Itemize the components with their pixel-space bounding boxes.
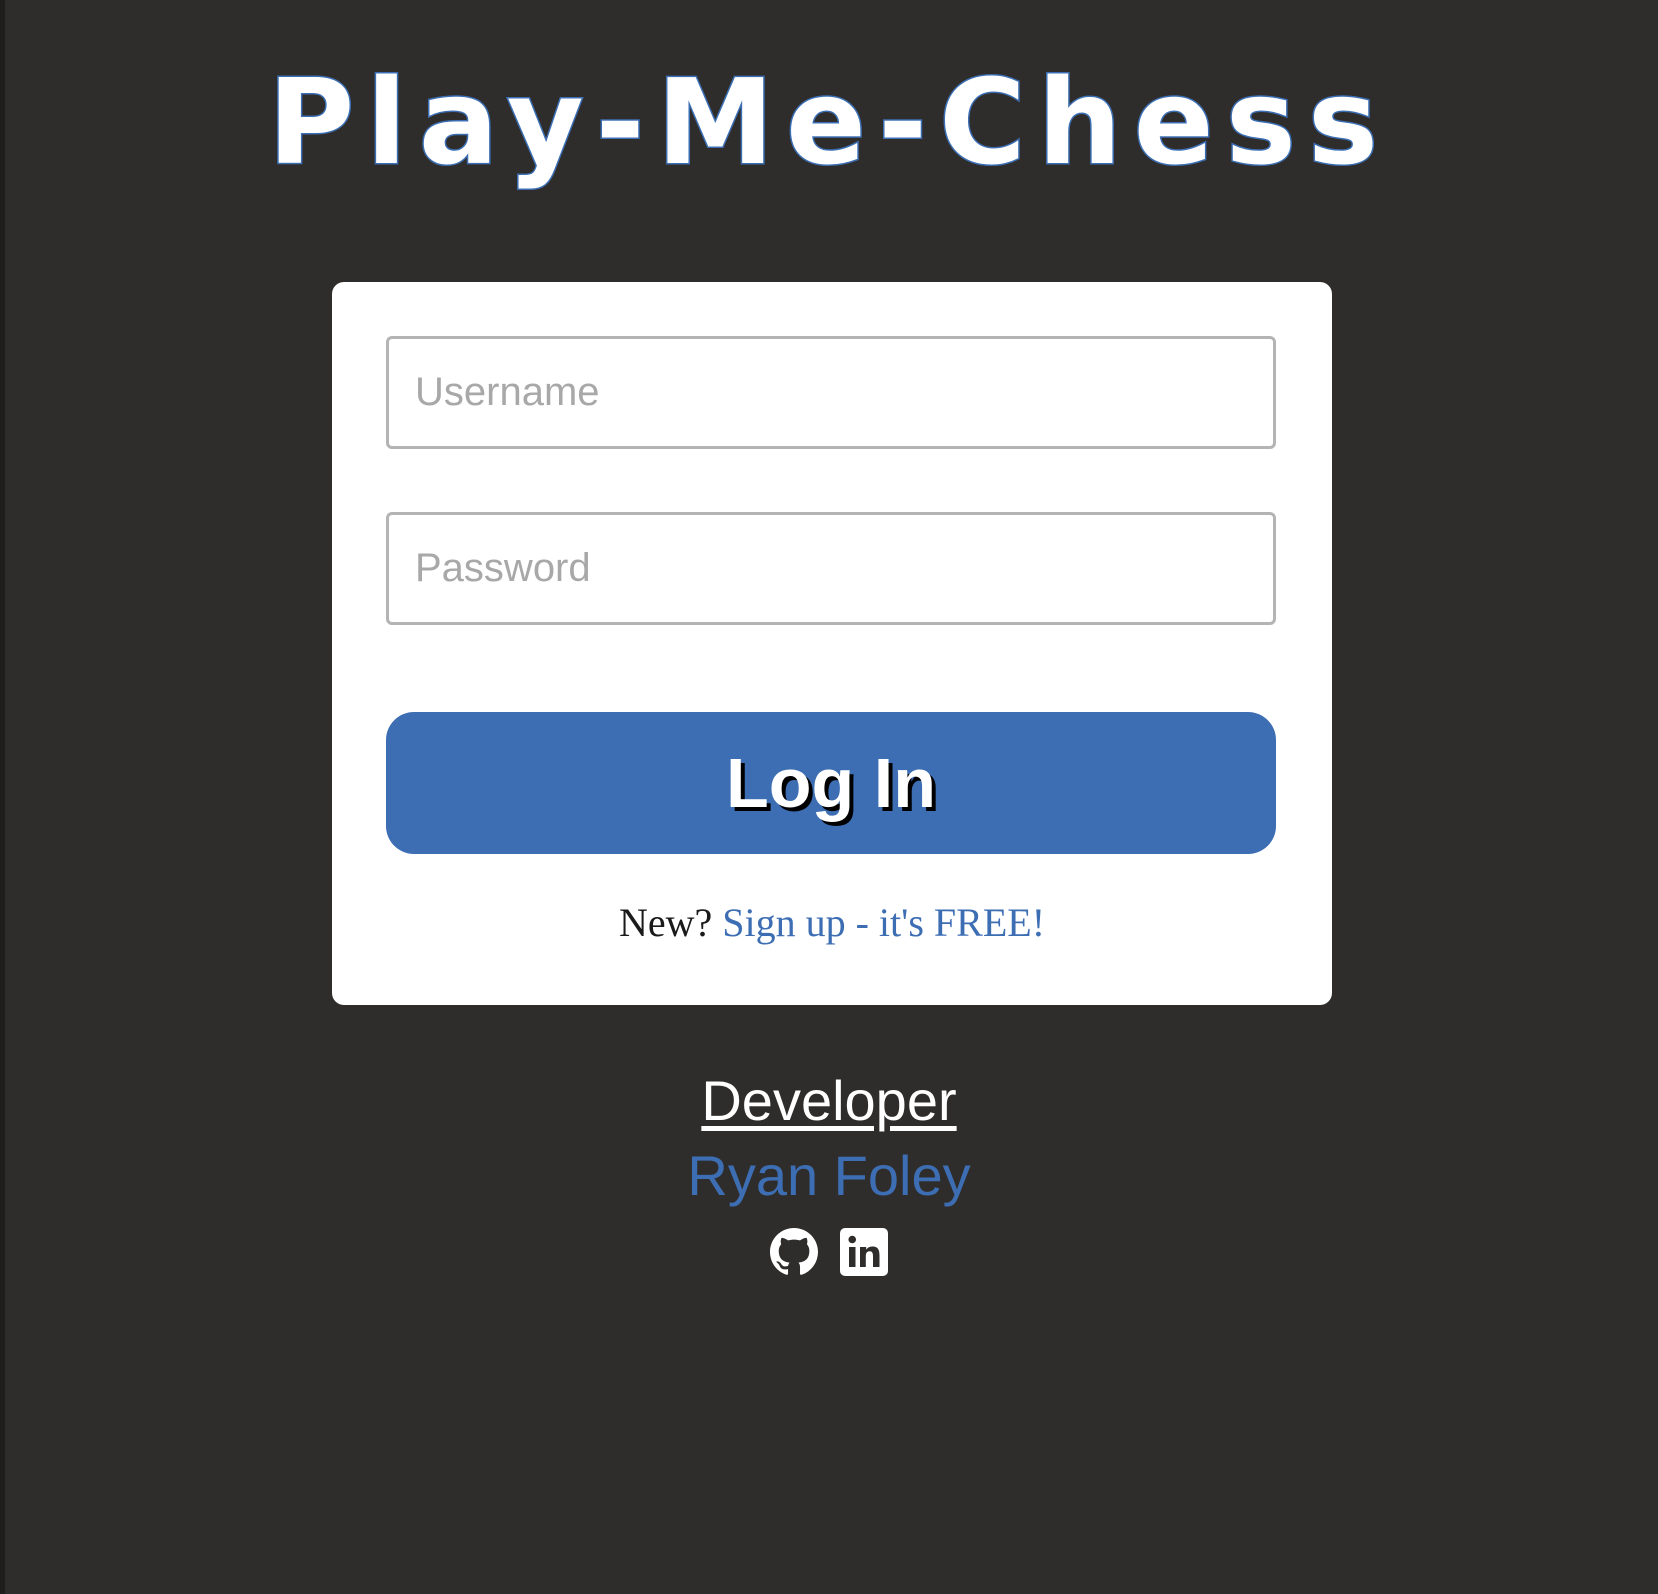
username-input[interactable] — [386, 336, 1276, 449]
developer-name-link[interactable]: Ryan Foley — [0, 1145, 1658, 1207]
github-icon[interactable] — [770, 1228, 818, 1276]
window-edge — [0, 0, 5, 1594]
linkedin-icon[interactable] — [840, 1228, 888, 1276]
login-card: Log In New? Sign up - it's FREE! — [332, 282, 1332, 1005]
signup-row: New? Sign up - it's FREE! — [332, 899, 1332, 946]
password-input[interactable] — [386, 512, 1276, 625]
social-links — [0, 1228, 1658, 1276]
signup-prompt: New? — [618, 900, 713, 945]
app-title: Play-Me-Chess — [266, 53, 1391, 191]
developer-heading: Developer — [701, 1069, 957, 1132]
login-button[interactable]: Log In — [386, 712, 1276, 854]
signup-link[interactable]: Sign up - it's FREE! — [722, 900, 1045, 945]
